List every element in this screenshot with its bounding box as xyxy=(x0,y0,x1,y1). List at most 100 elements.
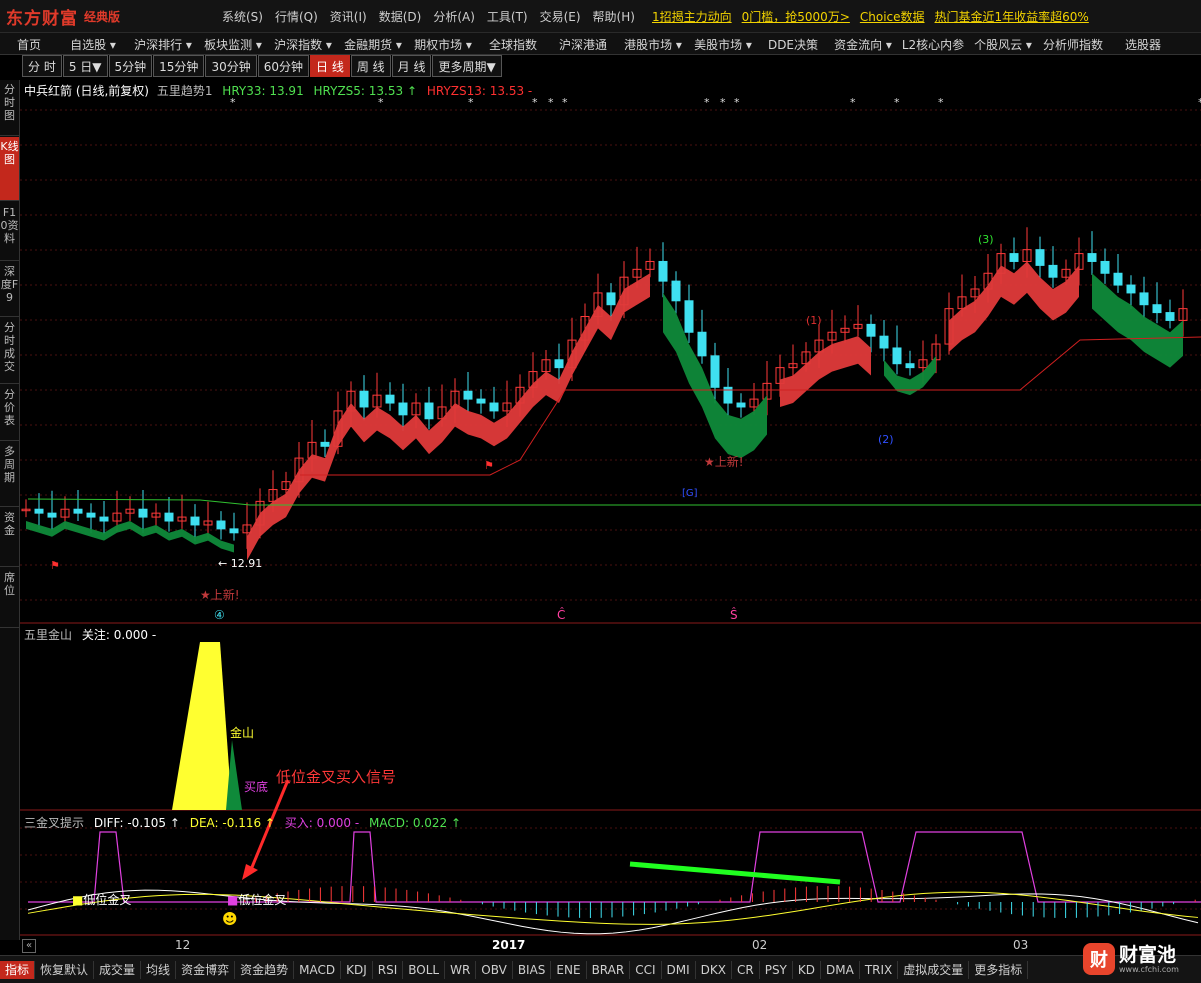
price-low-label: ← 12.91 xyxy=(218,557,262,570)
indicator-tab-7[interactable]: KDJ xyxy=(341,960,373,979)
sidebar-tab-8[interactable]: 席位 xyxy=(0,568,19,628)
scroll-left-icon[interactable]: « xyxy=(22,939,36,953)
indicator-tab-8[interactable]: RSI xyxy=(373,960,404,979)
period-tab-7[interactable]: 周 线 xyxy=(350,55,391,77)
candle-body xyxy=(1048,264,1058,278)
sidebar-tab-6[interactable]: 多周期 xyxy=(0,442,19,507)
wave-label-1: (1) xyxy=(806,314,822,327)
indicator-tab-5[interactable]: 资金趋势 xyxy=(235,960,295,979)
kline-chart-svg[interactable]: *************← 12.91★上新!★上新!(1)(2)(3)④ĈŜ… xyxy=(20,80,1201,940)
chart-area[interactable]: *************← 12.91★上新!★上新!(1)(2)(3)④ĈŜ… xyxy=(20,80,1201,952)
promo-link-0[interactable]: 1招揭主力动向 xyxy=(652,8,732,25)
indicator-tab-11[interactable]: OBV xyxy=(476,960,513,979)
menu-item-7[interactable]: 帮助(H) xyxy=(593,8,635,25)
period-tab-4[interactable]: 30分钟 xyxy=(205,55,257,77)
period-tab-8[interactable]: 月 线 xyxy=(391,55,432,77)
menu-item-1[interactable]: 行情(Q) xyxy=(275,8,318,25)
period-tab-6[interactable]: 日 线 xyxy=(310,55,350,77)
nav-item-13[interactable]: L2核心内参 xyxy=(898,33,968,54)
indicator-tab-14[interactable]: BRAR xyxy=(587,960,631,979)
period-tab-1[interactable]: 5 日▼ xyxy=(62,55,108,77)
sidebar-tab-1[interactable]: K线图 xyxy=(0,137,19,201)
indicator-tab-22[interactable]: TRIX xyxy=(860,960,899,979)
hryzs5-value: HRYZS5: 13.53 ↑ xyxy=(313,84,418,98)
period-tab-5[interactable]: 60分钟 xyxy=(257,55,309,77)
indicator-tab-15[interactable]: CCI xyxy=(630,960,662,979)
menu-item-3[interactable]: 数据(D) xyxy=(379,8,422,25)
diff-value: DIFF: -0.105 ↑ xyxy=(93,816,180,830)
candle-body xyxy=(164,512,174,522)
new-high-label-2: ★上新! xyxy=(704,454,744,469)
watermark: 财 财富池 www.cfchi.com xyxy=(1083,939,1195,979)
promo-link-2[interactable]: Choice数据 xyxy=(860,8,925,25)
period-tab-2[interactable]: 5分钟 xyxy=(108,55,153,77)
candle-body xyxy=(1139,292,1149,306)
period-tab-3[interactable]: 15分钟 xyxy=(153,55,205,77)
menu-item-4[interactable]: 分析(A) xyxy=(433,8,475,25)
nav-item-16[interactable]: 选股器 xyxy=(1108,33,1178,54)
candle-body xyxy=(463,390,473,400)
sidebar-tab-3[interactable]: 深度F9 xyxy=(0,262,19,317)
sidebar-tab-2[interactable]: F10资料 xyxy=(0,203,19,261)
indicator-tab-21[interactable]: DMA xyxy=(821,960,860,979)
candle-body xyxy=(710,355,720,388)
period-tab-9[interactable]: 更多周期▼ xyxy=(432,55,502,77)
indicator-tab-23[interactable]: 虚拟成交量 xyxy=(898,960,970,979)
app-logo-text: 东方财富 xyxy=(6,8,78,29)
nav-item-11[interactable]: DDE决策 xyxy=(758,33,828,54)
sidebar-tab-5[interactable]: 分价表 xyxy=(0,385,19,441)
nav-item-14[interactable]: 个股风云 ▾ xyxy=(968,33,1038,54)
nav-item-7[interactable]: 全球指数 xyxy=(478,33,548,54)
nav-item-12[interactable]: 资金流向 ▾ xyxy=(828,33,898,54)
nav-item-4[interactable]: 沪深指数 ▾ xyxy=(268,33,338,54)
market-nav: 首页 自选股 ▾ 沪深排行 ▾ 板块监测 ▾ 沪深指数 ▾ 金融期货 ▾ 期权市场 ▾ 全球指… xyxy=(0,33,1201,55)
promo-link-3[interactable]: 热门基金近1年收益率超60% xyxy=(935,8,1089,25)
nav-item-5[interactable]: 金融期货 ▾ xyxy=(338,33,408,54)
signal-star-mark: * xyxy=(548,96,554,109)
indicator-tab-19[interactable]: PSY xyxy=(760,960,793,979)
menu-item-6[interactable]: 交易(E) xyxy=(540,8,581,25)
stock-title: 中兵红箭 (日线,前复权) xyxy=(24,84,149,98)
sidebar-tab-0[interactable]: 分时图 xyxy=(0,80,19,136)
low-cross-label-2: ■低位金叉 xyxy=(227,893,287,907)
indicator-tab-0[interactable]: 指标 xyxy=(0,960,36,979)
indicator-tab-18[interactable]: CR xyxy=(732,960,760,979)
period-tab-0[interactable]: 分 时 xyxy=(22,55,62,77)
nav-item-10[interactable]: 美股市场 ▾ xyxy=(688,33,758,54)
indicator-tab-16[interactable]: DMI xyxy=(662,960,696,979)
indicator-tab-10[interactable]: WR xyxy=(445,960,477,979)
indicator-tab-2[interactable]: 成交量 xyxy=(94,960,142,979)
menu-item-5[interactable]: 工具(T) xyxy=(487,8,528,25)
nav-item-0[interactable]: 首页 xyxy=(0,33,58,54)
candle-body xyxy=(47,512,57,518)
nav-item-8[interactable]: 沪深港通 xyxy=(548,33,618,54)
indicator-tab-12[interactable]: BIAS xyxy=(513,960,552,979)
indicator-tab-3[interactable]: 均线 xyxy=(141,960,177,979)
menu-item-0[interactable]: 系统(S) xyxy=(222,8,263,25)
indicator-tab-6[interactable]: MACD xyxy=(294,960,342,979)
indicator-tab-1[interactable]: 恢复默认 xyxy=(35,960,95,979)
candle-body xyxy=(216,520,226,530)
indicator-tab-24[interactable]: 更多指标 xyxy=(969,960,1029,979)
nav-item-9[interactable]: 港股市场 ▾ xyxy=(618,33,688,54)
mark-c-label: Ĉ xyxy=(557,607,565,622)
buy-value: 买入: 0.000 - xyxy=(284,816,360,830)
indicator-tab-9[interactable]: BOLL xyxy=(403,960,446,979)
nav-item-3[interactable]: 板块监测 ▾ xyxy=(198,33,268,54)
indicator-tab-20[interactable]: KD xyxy=(793,960,821,979)
sidebar-tab-4[interactable]: 分时成交 xyxy=(0,318,19,384)
nav-item-15[interactable]: 分析师指数 xyxy=(1038,33,1108,54)
sidebar-tab-7[interactable]: 资金 xyxy=(0,508,19,567)
indicator-tab-13[interactable]: ENE xyxy=(551,960,587,979)
nav-item-2[interactable]: 沪深排行 ▾ xyxy=(128,33,198,54)
candle-body xyxy=(1113,272,1123,286)
left-sidebar: 分时图 K线图 F10资料 深度F9 分时成交 分价表 多周期 资金 席位 xyxy=(0,80,20,940)
indicator-tab-4[interactable]: 资金博弈 xyxy=(176,960,236,979)
signal-star-mark: * xyxy=(938,96,944,109)
nav-item-6[interactable]: 期权市场 ▾ xyxy=(408,33,478,54)
promo-link-1[interactable]: 0门槛，抢5000万> xyxy=(742,8,850,25)
jinshan-spike xyxy=(172,642,232,810)
nav-item-1[interactable]: 自选股 ▾ xyxy=(58,33,128,54)
indicator-tab-17[interactable]: DKX xyxy=(696,960,732,979)
menu-item-2[interactable]: 资讯(I) xyxy=(330,8,367,25)
